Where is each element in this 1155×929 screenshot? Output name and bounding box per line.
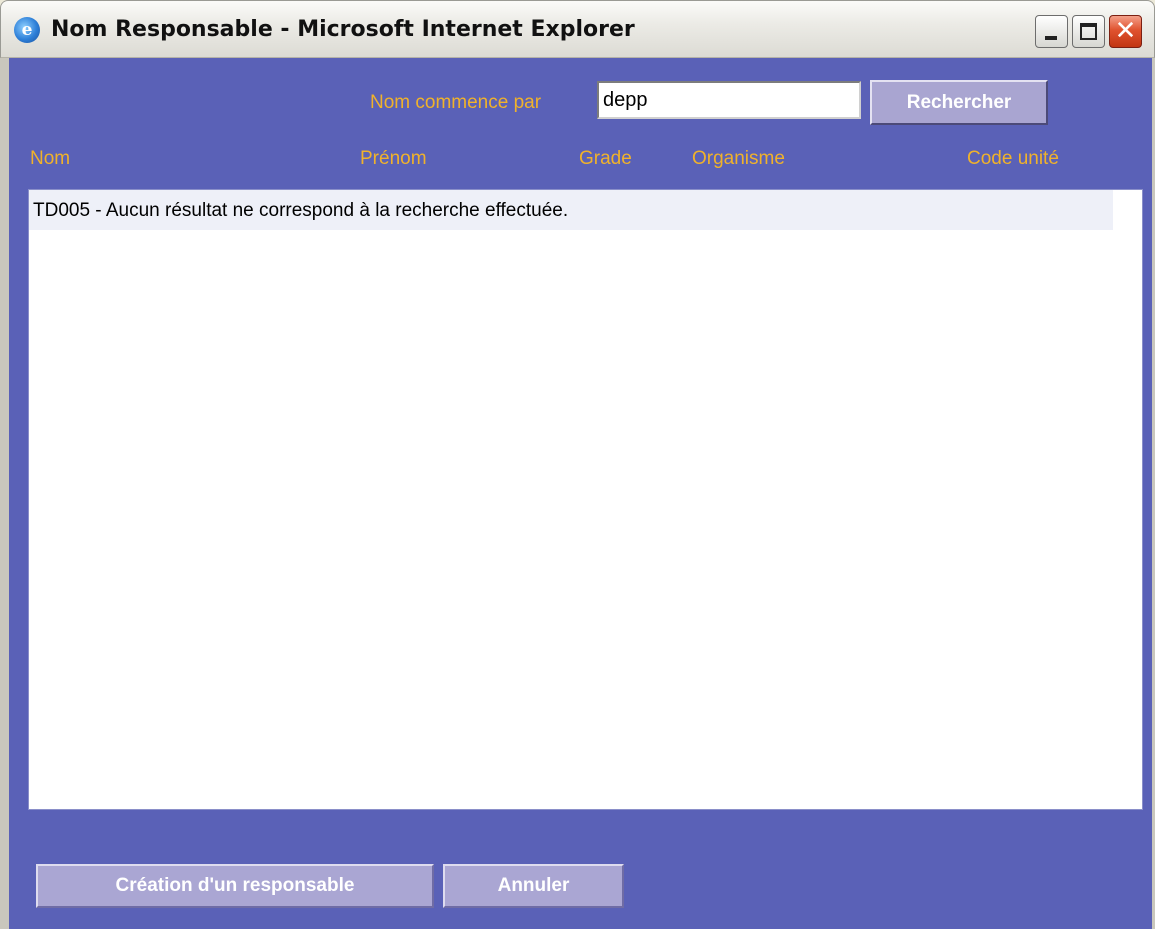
close-icon: ✕ bbox=[1114, 16, 1137, 46]
maximize-icon bbox=[1080, 23, 1097, 40]
internet-explorer-icon[interactable]: e bbox=[14, 17, 40, 43]
no-results-message: TD005 - Aucun résultat ne correspond à l… bbox=[33, 200, 569, 221]
results-list[interactable]: TD005 - Aucun résultat ne correspond à l… bbox=[28, 189, 1143, 810]
minimize-button[interactable] bbox=[1035, 15, 1068, 48]
column-header-prenom: Prénom bbox=[360, 148, 427, 169]
minimize-icon bbox=[1045, 36, 1057, 40]
cancel-button[interactable]: Annuler bbox=[443, 864, 624, 908]
maximize-button[interactable] bbox=[1072, 15, 1105, 48]
list-item: TD005 - Aucun résultat ne correspond à l… bbox=[29, 190, 1113, 230]
window-title: Nom Responsable - Microsoft Internet Exp… bbox=[51, 17, 635, 42]
title-bar[interactable]: e Nom Responsable - Microsoft Internet E… bbox=[0, 0, 1155, 58]
search-input[interactable] bbox=[597, 81, 861, 119]
column-header-nom: Nom bbox=[30, 148, 71, 169]
close-button[interactable]: ✕ bbox=[1109, 15, 1142, 48]
column-header-grade: Grade bbox=[579, 148, 632, 169]
search-button[interactable]: Rechercher bbox=[870, 80, 1048, 125]
search-label: Nom commence par bbox=[370, 92, 542, 113]
column-header-code-unite: Code unité bbox=[967, 148, 1059, 169]
create-responsable-button[interactable]: Création d'un responsable bbox=[36, 864, 434, 908]
column-header-organisme: Organisme bbox=[692, 148, 785, 169]
dialog-window: e Nom Responsable - Microsoft Internet E… bbox=[0, 0, 1155, 929]
page-content: Nom commence par Rechercher Nom Prénom G… bbox=[0, 58, 1155, 929]
